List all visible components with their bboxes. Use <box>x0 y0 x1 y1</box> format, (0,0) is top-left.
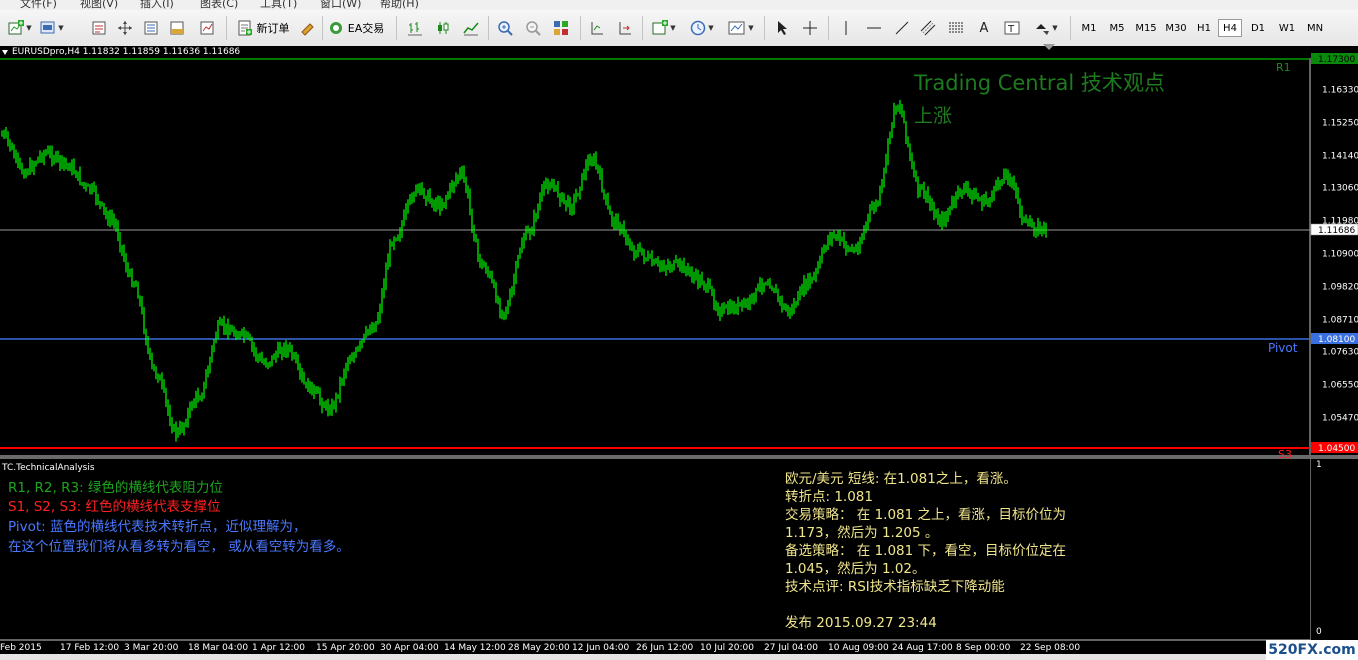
time-tick: 10 Jul 20:00 <box>700 643 754 653</box>
time-tick: 3 Mar 20:00 <box>124 643 179 653</box>
watermark-logo: 520FX.com <box>1266 640 1358 660</box>
time-tick: 10 Aug 09:00 <box>828 643 889 653</box>
time-tick: 27 Jul 04:00 <box>764 643 818 653</box>
indicator-scale-bottom: 0 <box>1316 627 1322 637</box>
s3-label: S3 <box>1278 448 1292 461</box>
analysis-comment: 技术点评: RSI技术指标缺乏下降动能 <box>785 579 1005 595</box>
chart-shift-marker-icon[interactable] <box>1043 44 1055 50</box>
time-tick: 17 Feb 12:00 <box>60 643 119 653</box>
price-tick: 1.13060 <box>1322 184 1358 194</box>
analysis-strategy-targets: 1.173，然后为 1.205 。 <box>785 525 939 541</box>
time-tick: 22 Sep 08:00 <box>1020 643 1080 653</box>
current-price: 1.11686 <box>1318 226 1355 236</box>
price-tick: 1.15250 <box>1322 119 1358 129</box>
pivot-price: 1.08100 <box>1318 335 1355 345</box>
time-tick: 24 Aug 17:00 <box>892 643 953 653</box>
s3-price: 1.04500 <box>1318 444 1355 454</box>
price-tick: 1.05470 <box>1322 414 1358 424</box>
r1-label: R1 <box>1276 61 1291 74</box>
legend-support: S1, S2, S3: 红色的横线代表支撑位 <box>8 499 221 515</box>
time-tick: 18 Mar 04:00 <box>188 643 248 653</box>
trading-central-title: Trading Central 技术观点 <box>913 71 1165 95</box>
price-tick: 1.16330 <box>1322 86 1358 96</box>
legend-pivot: Pivot: 蓝色的横线代表技术转折点，近似理解为， <box>8 519 307 535</box>
time-tick: 26 Jun 12:00 <box>636 643 693 653</box>
legend-resistance: R1, R2, R3: 绿色的横线代表阻力位 <box>8 480 223 496</box>
time-tick: 1 Apr 12:00 <box>252 643 305 653</box>
analysis-strategy: 交易策略： 在 1.081 之上，看涨，目标价位为 <box>785 507 1067 523</box>
legend-pivot-explanation: 在这个位置我们将从看多转为看空， 或从看空转为看多。 <box>8 539 350 555</box>
time-tick: 14 May 12:00 <box>444 643 506 653</box>
time-tick: 30 Apr 04:00 <box>380 643 439 653</box>
time-tick: 8 Sep 00:00 <box>956 643 1011 653</box>
analysis-alternative-targets: 1.045，然后为 1.02。 <box>785 561 926 577</box>
price-tick: 1.08710 <box>1322 316 1358 326</box>
price-tick: 1.14140 <box>1322 152 1358 162</box>
price-tick: 1.09820 <box>1322 283 1358 293</box>
indicator-name: TC.TechnicalAnalysis <box>1 463 95 473</box>
time-tick: 28 May 20:00 <box>508 643 570 653</box>
analysis-published: 发布 2015.09.27 23:44 <box>785 615 937 631</box>
analysis-short-term: 欧元/美元 短线: 在1.081之上，看涨。 <box>785 471 1017 487</box>
status-footer <box>0 654 1358 660</box>
time-tick: 15 Apr 20:00 <box>316 643 375 653</box>
analysis-pivot-point: 转折点: 1.081 <box>785 489 873 505</box>
price-axis-ticks: 1.16330 1.15250 1.14140 1.13060 1.11980 … <box>1322 86 1358 424</box>
indicator-scale-top: 1 <box>1316 460 1322 470</box>
price-tick: 1.10900 <box>1322 250 1358 260</box>
chart-canvas: 1.16330 1.15250 1.14140 1.13060 1.11980 … <box>0 44 1358 653</box>
r1-price: 1.17300 <box>1318 55 1355 65</box>
price-tick: 1.07630 <box>1322 348 1358 358</box>
price-tick: 1.06550 <box>1322 381 1358 391</box>
pane-separator[interactable] <box>0 455 1358 459</box>
trading-central-direction: 上涨 <box>914 105 952 127</box>
time-tick: Feb 2015 <box>0 643 42 653</box>
pivot-label: Pivot <box>1268 341 1298 355</box>
analysis-alternative: 备选策略： 在 1.081 下，看空，目标价位定在 <box>785 543 1067 559</box>
time-tick: 12 Jun 04:00 <box>572 643 629 653</box>
time-axis: Feb 2015 17 Feb 12:00 3 Mar 20:00 18 Mar… <box>0 643 1080 653</box>
